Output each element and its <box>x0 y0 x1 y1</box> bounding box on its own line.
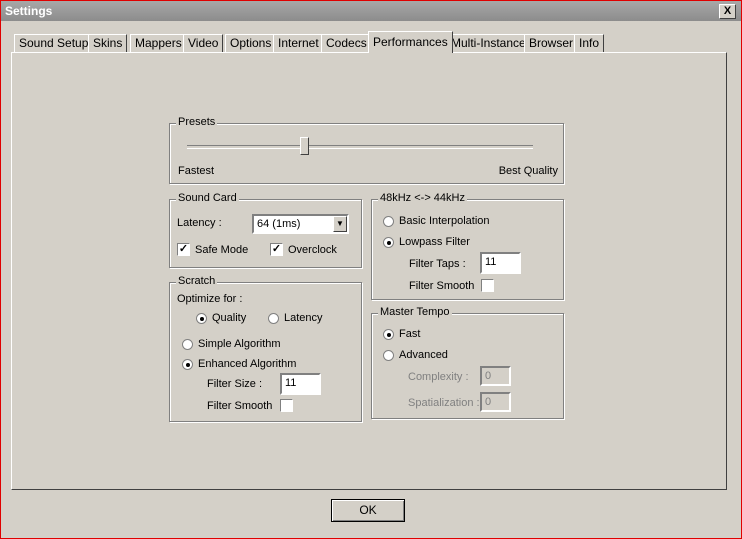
tab-codecs[interactable]: Codecs <box>321 34 372 52</box>
complexity-input[interactable]: 0 <box>480 366 511 386</box>
tab-performances[interactable]: Performances <box>368 31 453 53</box>
title-bar: Settings X <box>1 1 741 21</box>
resample-group: 48kHz <-> 44kHz Basic Interpolation Lowp… <box>371 192 564 300</box>
latency-radio[interactable] <box>268 313 279 324</box>
presets-min-label: Fastest <box>178 165 215 177</box>
lowpass-filter-label: Lowpass Filter <box>399 236 470 248</box>
filter-taps-label: Filter Taps : <box>409 258 466 270</box>
tab-multi-instance[interactable]: Multi-Instance <box>446 34 531 52</box>
tab-browser[interactable]: Browser <box>524 34 579 52</box>
resample-filter-smooth-checkbox[interactable] <box>481 279 494 292</box>
overclock-label: Overclock <box>288 244 337 256</box>
resample-filter-smooth-label: Filter Smooth <box>409 280 475 292</box>
scratch-filter-smooth-label: Filter Smooth <box>207 400 273 412</box>
enhanced-algorithm-label: Enhanced Algorithm <box>198 358 297 370</box>
fast-label: Fast <box>399 328 421 340</box>
presets-slider-track[interactable] <box>187 145 533 149</box>
spatialization-input[interactable]: 0 <box>480 392 511 412</box>
master-tempo-group: Master Tempo Fast Advanced Complexity : … <box>371 306 564 419</box>
window-title: Settings <box>5 4 53 18</box>
tab-info[interactable]: Info <box>574 34 605 52</box>
close-button[interactable]: X <box>719 4 736 19</box>
presets-max-label: Best Quality <box>498 165 558 177</box>
master-tempo-title: Master Tempo <box>378 306 452 318</box>
basic-interpolation-label: Basic Interpolation <box>399 215 490 227</box>
lowpass-filter-radio[interactable] <box>383 237 394 248</box>
fast-radio[interactable] <box>383 329 394 340</box>
complexity-label: Complexity : <box>408 371 469 383</box>
tab-internet[interactable]: Internet <box>273 34 324 52</box>
latency-label: Latency : <box>177 217 222 229</box>
tab-mappers[interactable]: Mappers <box>130 34 187 52</box>
latency-select[interactable]: 64 (1ms) ▼ <box>252 214 349 234</box>
enhanced-algorithm-radio[interactable] <box>182 359 193 370</box>
scratch-title: Scratch <box>176 275 218 287</box>
filter-size-label: Filter Size : <box>207 378 263 390</box>
resample-title: 48kHz <-> 44kHz <box>378 192 467 204</box>
tab-panel: Presets Fastest Best Quality Sound Card … <box>11 52 727 490</box>
simple-algorithm-label: Simple Algorithm <box>198 338 281 350</box>
presets-title: Presets <box>176 116 218 128</box>
quality-label: Quality <box>212 312 247 324</box>
latency-value: 64 (1ms) <box>257 218 301 230</box>
spatialization-label: Spatialization : <box>408 397 480 409</box>
ok-button[interactable]: OK <box>331 499 405 522</box>
sound-card-title: Sound Card <box>176 192 239 204</box>
basic-interpolation-radio[interactable] <box>383 216 394 227</box>
presets-group: Presets Fastest Best Quality <box>169 116 564 184</box>
tab-video[interactable]: Video <box>183 34 224 52</box>
scratch-filter-smooth-checkbox[interactable] <box>280 399 293 412</box>
safe-mode-checkbox[interactable]: ✓ <box>177 243 190 256</box>
safe-mode-label: Safe Mode <box>195 244 249 256</box>
latency-option-label: Latency <box>284 312 323 324</box>
filter-size-input[interactable]: 11 <box>280 373 321 395</box>
quality-radio[interactable] <box>196 313 207 324</box>
sound-card-group: Sound Card Latency : 64 (1ms) ▼ ✓ Safe M… <box>169 192 362 268</box>
simple-algorithm-radio[interactable] <box>182 339 193 350</box>
filter-taps-input[interactable]: 11 <box>480 252 521 274</box>
optimize-label: Optimize for : <box>177 293 243 305</box>
tab-sound-setup[interactable]: Sound Setup <box>14 34 94 52</box>
presets-slider-thumb[interactable] <box>300 137 310 155</box>
advanced-label: Advanced <box>399 349 448 361</box>
chevron-down-icon[interactable]: ▼ <box>333 216 347 232</box>
tab-skins[interactable]: Skins <box>88 34 128 52</box>
tab-options[interactable]: Options <box>225 34 277 52</box>
overclock-checkbox[interactable]: ✓ <box>270 243 283 256</box>
advanced-radio[interactable] <box>383 350 394 361</box>
scratch-group: Scratch Optimize for : Quality Latency S… <box>169 275 362 422</box>
